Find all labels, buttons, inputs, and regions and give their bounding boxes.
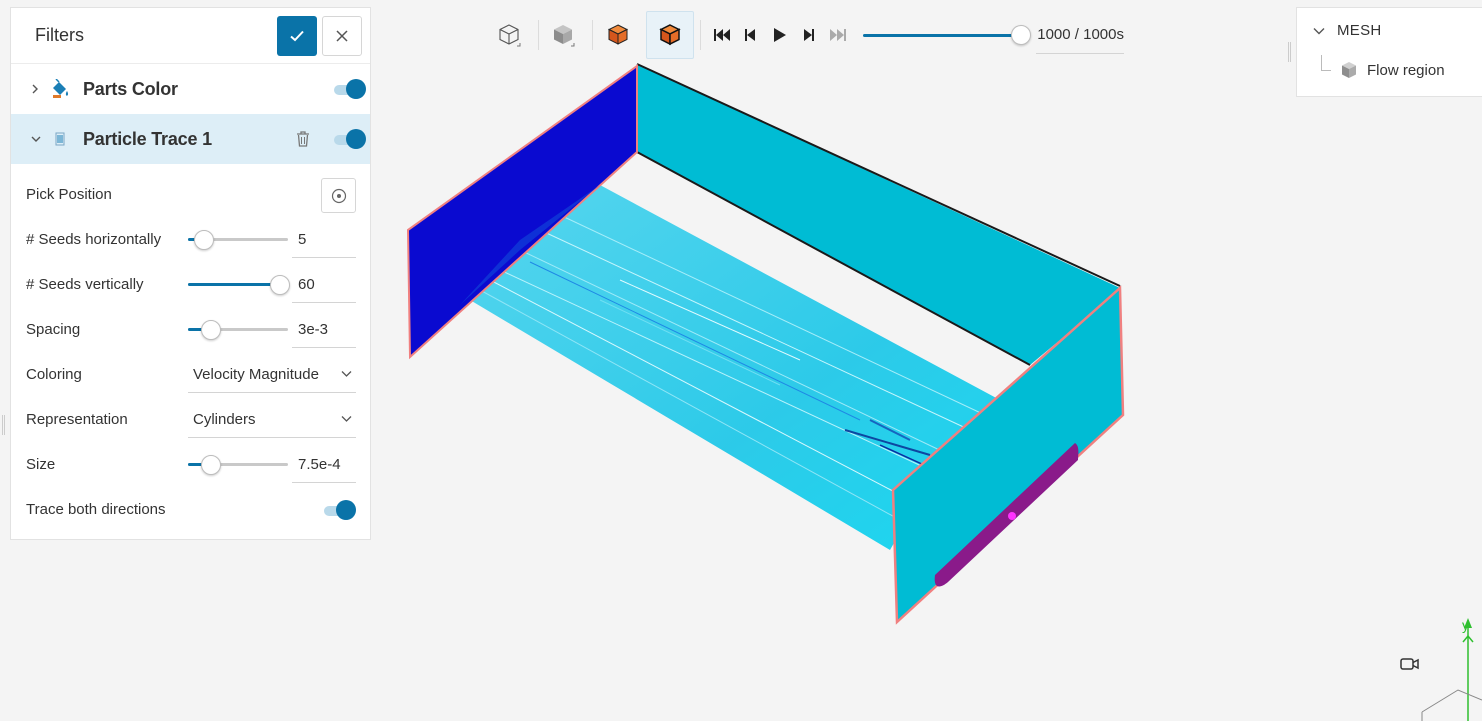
close-icon (336, 30, 348, 42)
slider-thumb[interactable] (201, 455, 221, 475)
chevron-down-icon[interactable] (1313, 27, 1325, 35)
paint-bucket-icon (49, 78, 71, 100)
3d-viewport[interactable] (380, 60, 1160, 640)
skip-to-start-button[interactable] (712, 25, 732, 45)
size-slider[interactable] (188, 455, 288, 475)
seeds-horizontally-label: # Seeds horizontally (26, 231, 162, 248)
filter-label: Particle Trace 1 (83, 128, 212, 149)
pick-position-button[interactable] (321, 178, 356, 213)
seeds-vertically-row: # Seeds vertically 60 (11, 262, 370, 307)
orientation-axes: y (1421, 617, 1482, 721)
cube-icon (1342, 62, 1356, 78)
solid-view-button[interactable] (540, 11, 588, 59)
coloring-row: Coloring Velocity Magnitude (11, 352, 370, 397)
chevron-down-icon (341, 416, 352, 422)
slider-thumb[interactable] (1011, 25, 1031, 45)
target-icon (331, 188, 346, 203)
step-back-icon (745, 29, 755, 41)
slider-thumb[interactable] (201, 320, 221, 340)
skip-to-end-button[interactable] (828, 25, 848, 45)
step-back-button[interactable] (740, 25, 760, 45)
filter-label: Parts Color (83, 78, 178, 99)
camera-icon[interactable] (1400, 656, 1420, 672)
left-resize-handle[interactable] (2, 415, 5, 435)
check-icon (290, 30, 304, 42)
representation-select[interactable]: Cylinders (188, 402, 356, 438)
trace-both-label: Trace both directions (26, 501, 166, 518)
size-input[interactable]: 7.5e-4 (292, 447, 356, 483)
seeds-vertically-slider[interactable] (188, 275, 290, 295)
chevron-right-icon[interactable] (31, 84, 43, 94)
solid-cube-icon (554, 25, 575, 47)
seeds-vertically-input[interactable]: 60 (292, 267, 356, 303)
time-readout: 1000 / 1000s (1036, 24, 1124, 54)
wireframe-cube-icon (499, 24, 521, 47)
filters-panel: Filters Parts Color Particle Trace 1 Pic… (10, 7, 371, 540)
particle-trace-icon (49, 128, 71, 150)
filters-title: Filters (35, 25, 84, 45)
pick-position-label: Pick Position (26, 186, 112, 203)
slider-thumb[interactable] (194, 230, 214, 250)
mesh-header[interactable]: MESH (1313, 22, 1382, 39)
chevron-down-icon (341, 371, 352, 377)
seeds-vertically-label: # Seeds vertically (26, 276, 144, 293)
spacing-row: Spacing 3e-3 (11, 307, 370, 352)
spacing-label: Spacing (26, 321, 81, 338)
pick-position-row: Pick Position (11, 172, 370, 217)
spacing-input[interactable]: 3e-3 (292, 312, 356, 348)
seeds-horizontally-row: # Seeds horizontally 5 (11, 217, 370, 262)
time-slider[interactable] (863, 25, 1031, 45)
filter-item-parts-color[interactable]: Parts Color (11, 64, 370, 114)
surfaces-edges-outline-button[interactable] (646, 11, 694, 59)
skip-back-icon (714, 29, 730, 41)
play-button[interactable] (770, 25, 790, 45)
surfaces-edges-view-button[interactable] (594, 11, 642, 59)
viewer-toolbar: 1000 / 1000s (486, 10, 1186, 60)
size-label: Size (26, 456, 56, 473)
coloring-value: Velocity Magnitude (193, 366, 319, 383)
wireframe-view-button[interactable] (486, 11, 534, 59)
step-forward-button[interactable] (799, 25, 819, 45)
play-icon (774, 28, 786, 42)
orange-cube-icon (607, 24, 629, 45)
right-resize-handle[interactable] (1288, 42, 1291, 62)
apply-button[interactable] (277, 16, 317, 56)
skip-forward-icon (830, 29, 846, 41)
slider-thumb[interactable] (270, 275, 290, 295)
trace-both-toggle[interactable] (324, 500, 356, 520)
spacing-slider[interactable] (188, 320, 288, 340)
y-axis-label: y (1462, 617, 1469, 633)
outlined-cube-icon (659, 24, 681, 46)
mesh-item-flow-region[interactable]: Flow region (1321, 55, 1445, 80)
representation-value: Cylinders (193, 411, 256, 428)
step-forward-icon (804, 29, 814, 41)
size-row: Size 7.5e-4 (11, 442, 370, 487)
representation-label: Representation (26, 411, 128, 428)
parts-color-toggle[interactable] (334, 79, 366, 99)
filter-item-particle-trace[interactable]: Particle Trace 1 (11, 114, 370, 164)
close-button[interactable] (322, 16, 362, 56)
representation-row: Representation Cylinders (11, 397, 370, 442)
coloring-label: Coloring (26, 366, 82, 383)
particle-trace-toggle[interactable] (334, 129, 366, 149)
chevron-down-icon[interactable] (31, 135, 43, 143)
coloring-select[interactable]: Velocity Magnitude (188, 357, 356, 393)
seeds-horizontally-slider[interactable] (188, 230, 288, 250)
mesh-panel: MESH Flow region (1296, 7, 1482, 97)
outlet-marker (1008, 512, 1016, 520)
tree-connector (1321, 55, 1331, 71)
trace-both-row: Trace both directions (11, 487, 370, 532)
mesh-item-label: Flow region (1367, 61, 1445, 79)
filters-header: Filters (11, 8, 370, 64)
trash-icon[interactable] (295, 130, 311, 148)
mesh-title: MESH (1337, 22, 1382, 39)
seeds-horizontally-input[interactable]: 5 (292, 222, 356, 258)
